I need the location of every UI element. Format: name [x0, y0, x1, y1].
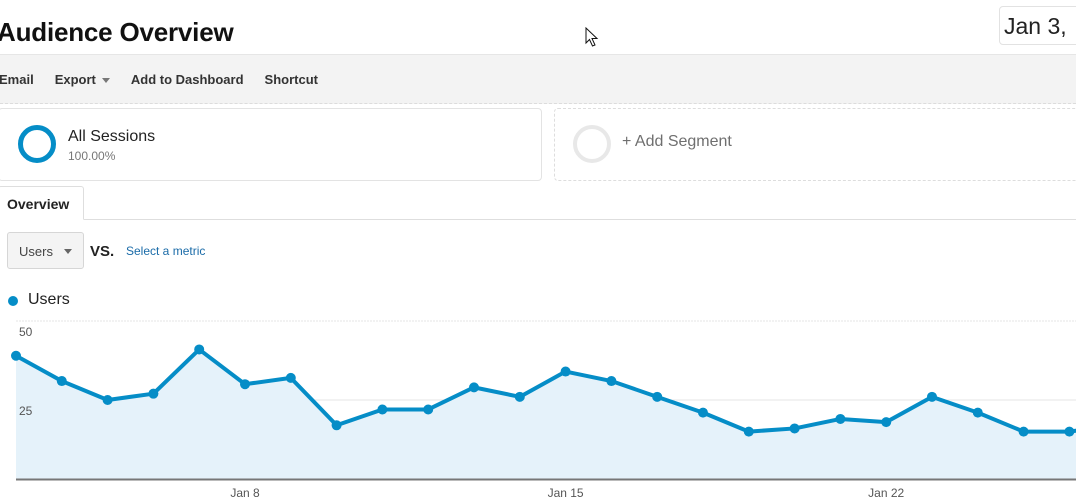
- segment-all-sessions[interactable]: All Sessions 100.00%: [0, 108, 542, 181]
- legend-label: Users: [28, 291, 70, 308]
- date-range-picker[interactable]: Jan 3,: [999, 6, 1076, 45]
- report-toolbar: Email Export Add to Dashboard Shortcut: [0, 54, 1076, 104]
- chevron-down-icon: [101, 77, 110, 83]
- shortcut-button[interactable]: Shortcut: [265, 72, 318, 87]
- data-point: [698, 407, 708, 418]
- email-label: Email: [0, 71, 34, 87]
- data-point: [285, 372, 296, 383]
- data-point: [240, 379, 250, 390]
- y-tick-label: 50: [19, 325, 33, 339]
- data-point: [469, 382, 479, 393]
- data-point: [835, 413, 846, 424]
- add-segment-button[interactable]: + Add Segment: [554, 108, 1076, 181]
- empty-segment-ring-icon: [573, 125, 611, 163]
- data-point: [972, 407, 983, 418]
- data-point: [56, 376, 67, 387]
- y-tick-label: 25: [19, 404, 33, 418]
- email-button[interactable]: Email: [0, 72, 34, 87]
- chevron-down-icon: [64, 249, 72, 254]
- export-label: Export: [54, 71, 96, 87]
- metric-dropdown[interactable]: Users: [7, 232, 84, 269]
- users-line-chart: 50 25 Jan 8 Jan 15 Jan 22: [11, 320, 1076, 500]
- export-button[interactable]: Export: [55, 72, 110, 87]
- data-point: [1064, 426, 1075, 437]
- select-metric-link[interactable]: Select a metric: [126, 244, 205, 258]
- data-point: [514, 391, 525, 402]
- data-point: [423, 404, 434, 415]
- data-point: [11, 350, 21, 361]
- data-point: [606, 376, 617, 387]
- segment-name: All Sessions: [68, 128, 156, 145]
- data-point: [743, 426, 754, 437]
- data-point: [331, 420, 342, 431]
- vs-label: VS.: [90, 243, 115, 260]
- segment-ring-icon: [18, 125, 56, 163]
- mouse-cursor-icon: [585, 27, 599, 47]
- x-tick-label: Jan 22: [868, 486, 904, 500]
- tab-overview[interactable]: Overview: [0, 186, 84, 220]
- data-point: [148, 388, 159, 399]
- add-to-dashboard-label: Add to Dashboard: [130, 71, 244, 87]
- tab-bar-divider: [0, 219, 1076, 220]
- x-tick-label: Jan 8: [230, 486, 260, 500]
- page-title: Audience Overview: [0, 17, 234, 47]
- segment-percent: 100.00%: [68, 149, 116, 163]
- legend-dot-icon: [8, 296, 18, 306]
- data-point: [927, 391, 937, 402]
- data-point: [377, 404, 388, 415]
- chart-area-layer: [16, 349, 1076, 479]
- data-point: [789, 423, 800, 434]
- data-point: [652, 391, 663, 402]
- shortcut-label: Shortcut: [264, 71, 318, 87]
- metric-dropdown-value: Users: [19, 244, 53, 259]
- data-point: [881, 417, 892, 428]
- x-tick-label: Jan 15: [548, 486, 584, 500]
- add-to-dashboard-button[interactable]: Add to Dashboard: [131, 72, 244, 87]
- series-area-fill: [16, 349, 1076, 479]
- data-point: [102, 395, 113, 405]
- data-point: [560, 366, 571, 377]
- add-segment-label: + Add Segment: [622, 133, 732, 150]
- data-point: [1018, 426, 1029, 437]
- data-point: [194, 344, 205, 355]
